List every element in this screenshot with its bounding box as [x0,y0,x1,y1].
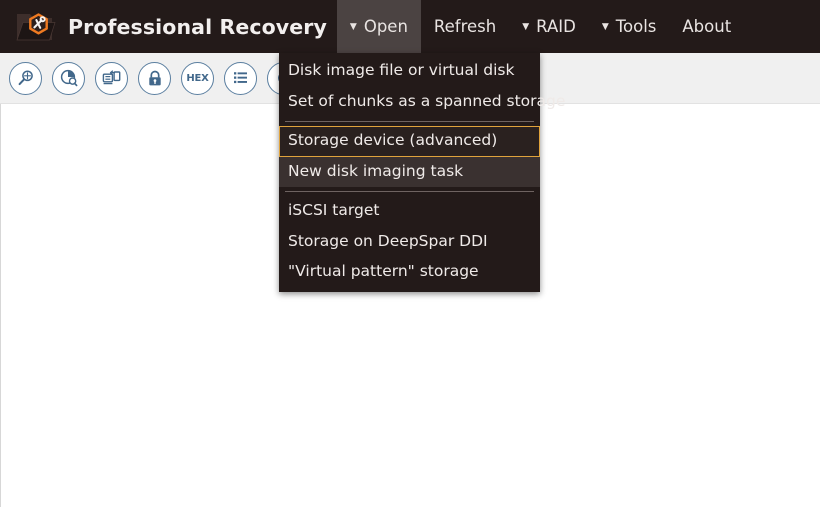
dropdown-item-label: Storage on DeepSpar DDI [288,231,488,250]
dropdown-item-disk-image-file[interactable]: Disk image file or virtual disk [279,56,540,87]
hex-icon: HEX [186,72,209,84]
app-header: Professional Recovery ▼ Open Refresh ▼ R… [0,0,820,53]
menu-item-open[interactable]: ▼ Open [336,0,421,53]
dropdown-item-virtual-pattern[interactable]: "Virtual pattern" storage [279,257,540,288]
dropdown-item-label: Set of chunks as a spanned storage [288,91,566,110]
chevron-down-icon: ▼ [601,22,609,32]
disk-analysis-button[interactable] [52,61,85,95]
menu-item-refresh-label: Refresh [433,17,497,36]
menu-item-open-label: Open [363,17,408,36]
dropdown-item-storage-device-advanced[interactable]: Storage device (advanced) [279,126,540,157]
disk-copy-icon [101,68,122,88]
menu-bar: ▼ Open Refresh ▼ RAID ▼ Tools About [336,0,744,53]
menu-item-raid[interactable]: ▼ RAID [509,0,589,53]
search-button[interactable] [9,61,42,95]
dropdown-item-label: New disk imaging task [288,161,464,180]
dropdown-item-label: Disk image file or virtual disk [288,61,515,79]
brand: Professional Recovery [0,0,337,53]
menu-item-refresh[interactable]: Refresh [421,0,509,53]
pie-chart-magnifier-icon [59,68,79,88]
list-view-button[interactable] [224,61,257,95]
dropdown-item-label: iSCSI target [288,201,380,219]
dropdown-separator [285,121,534,122]
dropdown-item-new-imaging-task[interactable]: New disk imaging task [279,156,540,187]
padlock-icon [146,69,164,88]
lock-button[interactable] [138,61,171,95]
dropdown-separator [285,191,534,192]
menu-item-tools[interactable]: ▼ Tools [589,0,670,53]
magnifier-icon [16,68,36,88]
dropdown-item-label: "Virtual pattern" storage [288,262,479,280]
app-title: Professional Recovery [68,14,327,39]
open-dropdown-menu: Disk image file or virtual disk Set of c… [279,53,565,292]
chevron-down-icon: ▼ [349,22,357,32]
chevron-down-icon: ▼ [522,22,530,32]
menu-item-about-label: About [682,17,732,36]
dropdown-item-deepspar-ddi[interactable]: Storage on DeepSpar DDI [279,227,540,258]
menu-item-about[interactable]: About [669,0,744,53]
dropdown-item-iscsi-target[interactable]: iSCSI target [279,196,540,227]
menu-item-tools-label: Tools [615,17,657,36]
menu-item-raid-label: RAID [536,17,576,36]
dropdown-item-spanned-chunks[interactable]: Set of chunks as a spanned storage [279,87,565,118]
dropdown-item-label: Storage device (advanced) [288,131,498,149]
hex-viewer-button[interactable]: HEX [181,61,214,95]
folder-tools-logo-icon [14,8,56,46]
list-icon [231,69,250,87]
clone-disk-button[interactable] [95,61,128,95]
